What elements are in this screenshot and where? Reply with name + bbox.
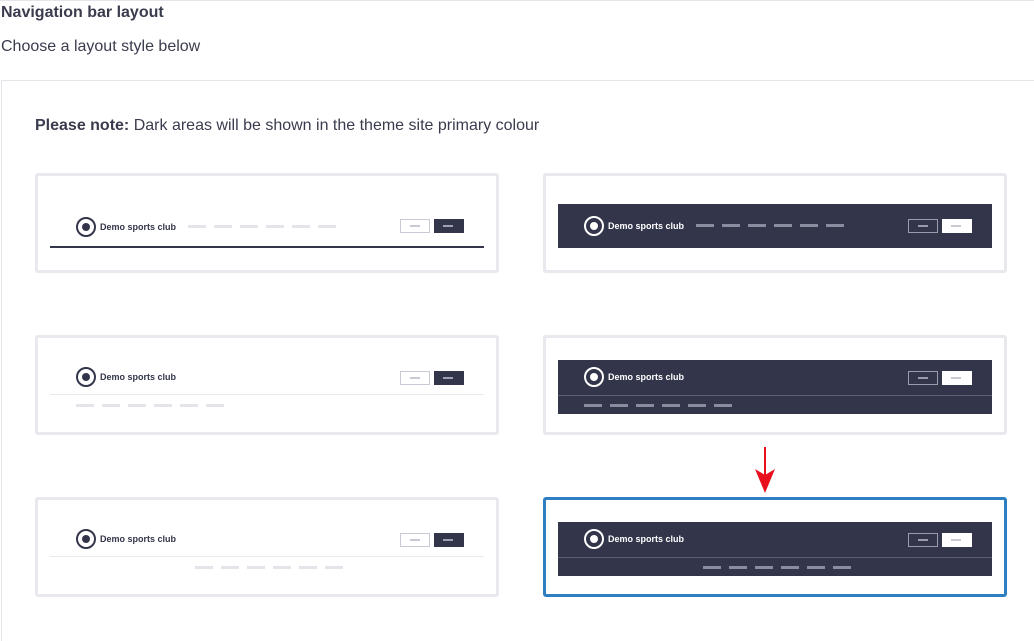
nav-links <box>195 566 343 569</box>
club-crest-icon <box>584 216 604 236</box>
layout-option-light-stacked-left[interactable]: Demo sports club <box>35 335 499 435</box>
primary-button-preview <box>942 371 972 385</box>
logo: Demo sports club <box>584 216 684 236</box>
logo: Demo sports club <box>76 529 176 549</box>
layout-option-light-inline[interactable]: Demo sports club <box>35 173 499 273</box>
primary-button-preview <box>434 371 464 385</box>
nav-divider <box>558 557 992 558</box>
page-subtitle: Choose a layout style below <box>1 38 201 55</box>
logo-text: Demo sports club <box>608 372 685 382</box>
secondary-button-preview <box>908 219 938 233</box>
page-title: Navigation bar layout <box>1 4 164 21</box>
logo-text: Demo sports club <box>100 222 177 232</box>
note-label: Please note: <box>35 117 130 134</box>
nav-links <box>696 224 844 227</box>
primary-button-preview <box>942 533 972 547</box>
nav-links <box>584 404 732 407</box>
club-crest-icon <box>76 529 96 549</box>
primary-button-preview <box>434 533 464 547</box>
logo-text: Demo sports club <box>100 372 177 382</box>
note-body: Dark areas will be shown in the theme si… <box>129 117 540 134</box>
logo: Demo sports club <box>584 367 684 387</box>
primary-button-preview <box>434 219 464 233</box>
nav-preview: Demo sports club <box>50 524 484 578</box>
nav-preview: Demo sports club <box>558 360 992 414</box>
logo-text: Demo sports club <box>608 534 685 544</box>
logo: Demo sports club <box>76 367 176 387</box>
secondary-button-preview <box>908 533 938 547</box>
logo-text: Demo sports club <box>608 221 685 231</box>
note-text: Please note: Dark areas will be shown in… <box>35 117 539 135</box>
nav-preview: Demo sports club <box>558 522 992 576</box>
layout-option-dark-stacked-left[interactable]: Demo sports club <box>543 335 1007 435</box>
secondary-button-preview <box>400 533 430 547</box>
layout-option-light-stacked-center[interactable]: Demo sports club <box>35 497 499 597</box>
nav-preview: Demo sports club <box>50 362 484 414</box>
nav-links <box>76 404 224 407</box>
page-header: Navigation bar layout Choose a layout st… <box>0 0 1034 81</box>
nav-links <box>703 566 851 569</box>
red-down-arrow-icon <box>755 447 775 493</box>
club-crest-icon <box>584 367 604 387</box>
logo: Demo sports club <box>76 217 176 237</box>
logo: Demo sports club <box>584 529 684 549</box>
secondary-button-preview <box>908 371 938 385</box>
nav-divider <box>50 556 484 557</box>
club-crest-icon <box>76 217 96 237</box>
nav-links <box>188 225 336 228</box>
layout-option-dark-inline[interactable]: Demo sports club <box>543 173 1007 273</box>
nav-preview: Demo sports club <box>558 204 992 248</box>
nav-underline <box>50 246 484 248</box>
nav-divider <box>50 394 484 395</box>
nav-preview: Demo sports club <box>50 202 484 248</box>
club-crest-icon <box>76 367 96 387</box>
club-crest-icon <box>584 529 604 549</box>
secondary-button-preview <box>400 371 430 385</box>
primary-button-preview <box>942 219 972 233</box>
logo-text: Demo sports club <box>100 534 177 544</box>
secondary-button-preview <box>400 219 430 233</box>
nav-divider <box>558 395 992 396</box>
layout-option-dark-stacked-center[interactable]: Demo sports club <box>543 497 1007 597</box>
